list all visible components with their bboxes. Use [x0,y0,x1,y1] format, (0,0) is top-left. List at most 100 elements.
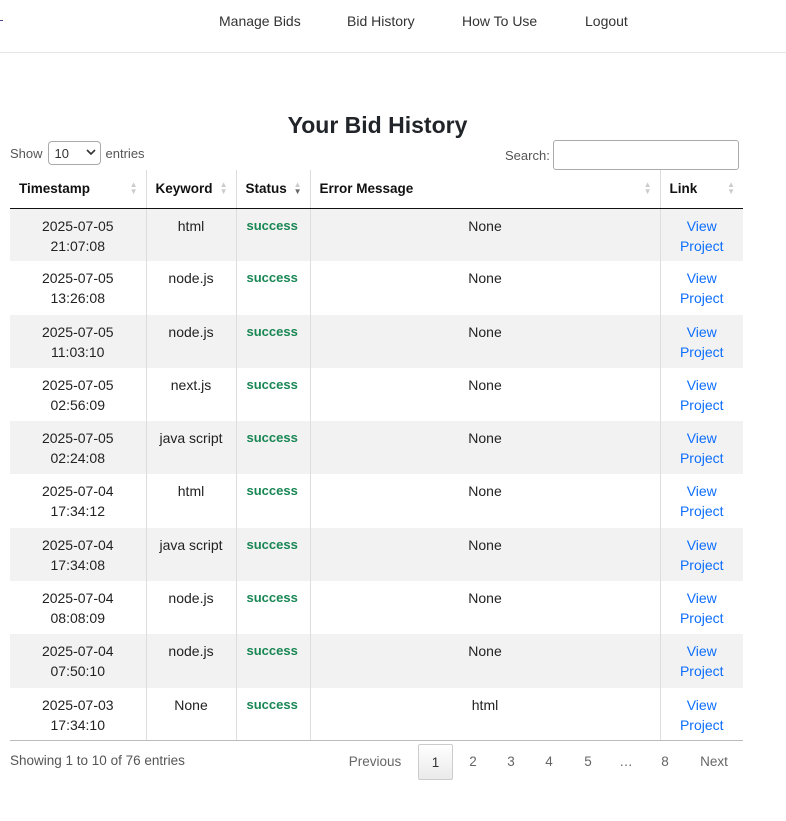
cell-timestamp: 2025-07-03 17:34:10 [10,687,147,742]
cell-timestamp: 2025-07-05 02:24:08 [10,421,147,475]
cell-link: View Project [660,261,743,315]
cell-timestamp: 2025-07-05 13:26:08 [10,261,147,315]
cell-link: View Project [660,581,743,635]
cell-error-message: None [310,581,661,635]
cell-error-message: None [310,261,661,315]
pagination-page-8[interactable]: 8 [649,744,681,780]
nav-edge-marker [0,20,3,21]
cell-error-message: None [310,527,661,582]
nav-logout[interactable]: Logout [585,13,628,29]
table-row: 2025-07-04 17:34:08 java script success None… [10,527,743,582]
page-title: Your Bid History [287,112,468,138]
table-row: 2025-07-03 17:34:10 None success html View Pro… [10,687,743,742]
cell-status: success [236,314,311,368]
cell-error-message: None [310,314,661,368]
cell-keyword: node.js [146,634,237,688]
view-project-link[interactable]: View Project [680,697,724,733]
pagination-page-3[interactable]: 3 [495,744,527,780]
cell-keyword: None [146,687,237,742]
timestamp-date: 2025-07-04 [41,590,114,607]
cell-keyword: node.js [146,261,237,315]
cell-link: View Project [660,634,743,688]
sort-icon: ▲ ▼ [727,180,735,196]
table-row: 2025-07-05 02:24:08 java script success None… [10,421,743,475]
cell-link: View Project [660,367,743,422]
column-header-link[interactable]: Link ▲ ▼ [660,170,743,209]
view-project-link[interactable]: View Project [680,430,724,466]
timestamp-time: 02:56:09 [50,396,106,413]
timestamp-date: 2025-07-05 [41,376,114,393]
timestamp-date: 2025-07-05 [41,323,114,340]
entries-select-value: 10 [54,145,69,161]
nav-bid-history[interactable]: Bid History [347,13,415,29]
column-header-timestamp[interactable]: Timestamp ▲ ▼ [10,170,147,209]
bid-history-table: Timestamp ▲ ▼ Keyword ▲ ▼ Status ▲ ▼ Error Mes… [10,170,743,742]
table-row: 2025-07-04 17:34:12 html success None View Pro… [10,474,743,528]
cell-error-message: html [310,687,661,742]
cell-timestamp: 2025-07-04 07:50:10 [10,634,147,688]
cell-timestamp: 2025-07-05 02:56:09 [10,367,147,422]
cell-timestamp: 2025-07-05 11:03:10 [10,314,147,368]
pagination-page-2[interactable]: 2 [457,744,489,780]
top-navbar: Manage Bids Bid History How To Use Logou… [0,0,786,53]
sort-icon: ▲ ▼ [643,180,652,196]
table-row: 2025-07-04 07:50:10 node.js success None View… [10,634,743,688]
column-header-status[interactable]: Status ▲ ▼ [236,170,311,209]
cell-timestamp: 2025-07-04 17:34:08 [10,527,147,582]
view-project-link[interactable]: View Project [680,643,724,679]
timestamp-date: 2025-07-05 [41,270,114,287]
cell-error-message: None [310,367,661,422]
pagination-page-5[interactable]: 5 [572,744,604,780]
pagination-page-1[interactable]: 1 [418,744,453,780]
cell-status: success [236,261,311,315]
cell-keyword: next.js [146,367,237,422]
pagination-previous[interactable]: Previous [340,744,410,780]
view-project-link[interactable]: View Project [680,483,724,519]
cell-link: View Project [660,527,743,582]
timestamp-date: 2025-07-05 [41,430,114,447]
cell-keyword: node.js [146,581,237,635]
cell-link: View Project [660,314,743,368]
view-project-link[interactable]: View Project [680,324,724,360]
search-label: Search: [505,147,550,163]
nav-how-to-use[interactable]: How To Use [462,13,537,29]
cell-error-message: None [310,208,661,262]
pagination-page-4[interactable]: 4 [533,744,565,780]
cell-timestamp: 2025-07-04 08:08:09 [10,581,147,635]
view-project-link[interactable]: View Project [680,270,724,306]
cell-status: success [236,367,311,422]
timestamp-time: 21:07:08 [50,237,106,254]
cell-keyword: node.js [146,314,237,368]
search-input[interactable] [552,140,739,170]
table-row: 2025-07-04 08:08:09 node.js success None View… [10,581,743,635]
column-header-error-message[interactable]: Error Message ▲ ▼ [310,170,661,209]
timestamp-time: 17:34:08 [50,556,106,573]
cell-link: View Project [660,421,743,475]
view-project-link[interactable]: View Project [680,590,724,626]
pagination-ellipsis: … [619,754,633,769]
view-project-link[interactable]: View Project [680,218,724,254]
column-header-keyword[interactable]: Keyword ▲ ▼ [146,170,237,209]
sort-desc-icon: ▲ ▼ [293,180,302,196]
cell-status: success [236,421,311,475]
pagination-next[interactable]: Next [690,744,738,780]
timestamp-time: 07:50:10 [50,663,106,680]
table-row: 2025-07-05 21:07:08 html success None View Pro… [10,208,743,262]
cell-error-message: None [310,421,661,475]
entries-length-control: Show 10 entries [10,140,145,166]
timestamp-time: 13:26:08 [50,290,106,307]
cell-keyword: html [146,474,237,528]
nav-manage-bids[interactable]: Manage Bids [219,13,301,29]
view-project-link[interactable]: View Project [680,377,724,413]
cell-status: success [236,208,311,262]
sort-icon: ▲ ▼ [129,180,138,196]
entries-select[interactable]: 10 [47,141,101,165]
cell-keyword: java script [146,421,237,475]
table-info: Showing 1 to 10 of 76 entries [10,753,185,768]
timestamp-time: 17:34:10 [50,716,106,733]
cell-status: success [236,474,311,528]
show-label: Show [10,145,43,161]
cell-link: View Project [660,474,743,528]
timestamp-time: 02:24:08 [50,450,106,467]
view-project-link[interactable]: View Project [680,537,724,573]
